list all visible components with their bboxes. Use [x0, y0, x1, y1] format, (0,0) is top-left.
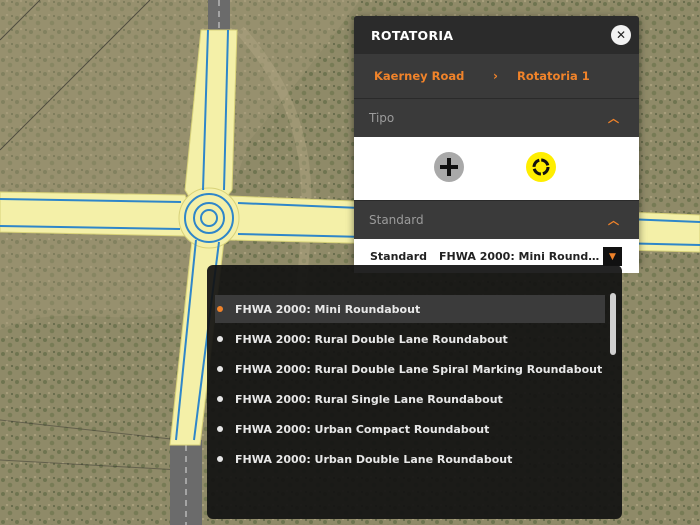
section-standard-label: Standard: [369, 213, 424, 227]
standard-select[interactable]: FHWA 2000: Mini Roundab...: [439, 250, 601, 263]
bullet-icon: [217, 336, 223, 342]
roundabout-icon: [532, 158, 550, 176]
dropdown-option[interactable]: FHWA 2000: Rural Single Lane Roundabout: [215, 385, 605, 413]
section-tipo-header[interactable]: Tipo ︿: [354, 98, 639, 137]
bullet-icon: [217, 426, 223, 432]
section-standard-header[interactable]: Standard ︿: [354, 200, 639, 239]
caret-down-icon: ▼: [609, 251, 616, 262]
breadcrumb-road[interactable]: Kaerney Road: [374, 69, 464, 83]
standard-label: Standard: [370, 249, 428, 263]
dropdown-option[interactable]: FHWA 2000: Rural Double Lane Spiral Mark…: [215, 355, 605, 383]
type-roundabout-button[interactable]: [526, 152, 556, 182]
dropdown-option[interactable]: FHWA 2000: Urban Compact Roundabout: [215, 415, 605, 443]
type-intersection-button[interactable]: [434, 152, 464, 182]
bullet-icon: [217, 396, 223, 402]
bullet-icon: [217, 366, 223, 372]
dropdown-option[interactable]: FHWA 2000: Urban Double Lane Roundabout: [215, 445, 605, 473]
dropdown-scrollbar-thumb[interactable]: [610, 293, 616, 355]
dropdown-option[interactable]: FHWA 2000: Rural Double Lane Roundabout: [215, 325, 605, 353]
panel-title: ROTATORIA: [371, 27, 454, 43]
intersection-plus-icon: [440, 158, 458, 176]
bullet-icon: [217, 456, 223, 462]
close-button[interactable]: ✕: [611, 25, 631, 45]
panel-header: ROTATORIA ✕: [354, 16, 639, 54]
close-icon: ✕: [615, 28, 627, 42]
section-tipo-label: Tipo: [369, 111, 395, 125]
dropdown-toggle-button[interactable]: ▼: [603, 247, 622, 266]
breadcrumb-roundabout[interactable]: Rotatoria 1: [517, 69, 590, 83]
chevron-up-icon[interactable]: ︿: [608, 110, 619, 126]
type-selector: [354, 137, 639, 200]
roundabout-panel: ROTATORIA ✕ Kaerney Road › Rotatoria 1 T…: [354, 16, 639, 273]
chevron-up-icon[interactable]: ︿: [608, 212, 619, 228]
dropdown-option[interactable]: FHWA 2000: Mini Roundabout: [215, 295, 605, 323]
bullet-icon: [217, 306, 223, 312]
standard-dropdown-list: FHWA 2000: Mini Roundabout FHWA 2000: Ru…: [207, 265, 622, 519]
breadcrumb: Kaerney Road › Rotatoria 1: [354, 54, 639, 98]
chevron-right-icon: ›: [493, 69, 498, 83]
